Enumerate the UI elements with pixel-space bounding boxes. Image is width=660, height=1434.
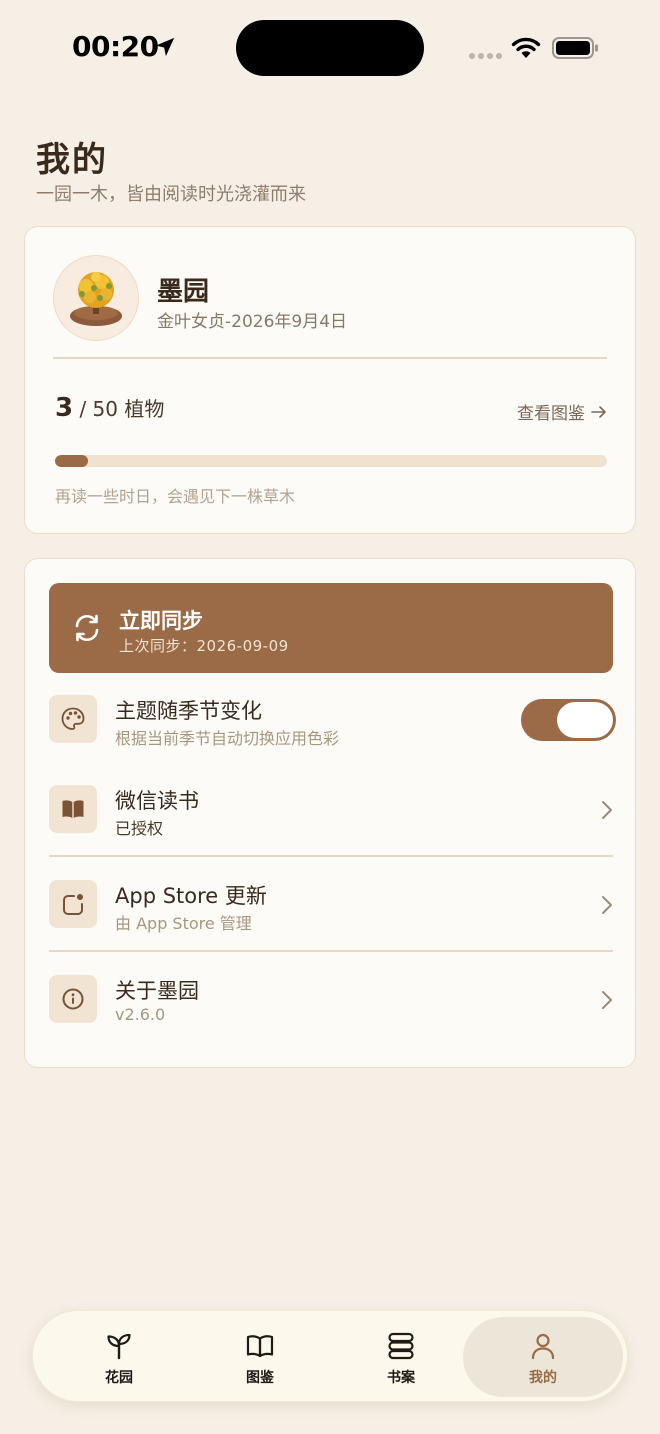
plant-count-total: / 50 植物 (73, 397, 165, 421)
theme-season-subtitle: 根据当前季节自动切换应用色彩 (115, 729, 340, 748)
tab-bar: 花园 图鉴 书案 我的 (32, 1310, 628, 1402)
tab-garden[interactable]: 花园 (49, 1311, 189, 1403)
row-divider (49, 855, 613, 857)
arrow-right-icon (591, 405, 606, 418)
palette-icon (61, 707, 85, 730)
view-gallery-link[interactable]: 查看图鉴 (517, 399, 607, 424)
app-badge-icon (63, 894, 83, 915)
plant-progress-fill (55, 455, 89, 467)
divider (53, 357, 607, 359)
tab-mine-label: 我的 (529, 1370, 557, 1386)
app-version: v2.6.0 (115, 1005, 166, 1024)
sync-title: 立即同步 (119, 609, 203, 633)
app-icon-box (49, 880, 97, 928)
wechat-read-row[interactable]: 微信读书 已授权 (49, 785, 613, 838)
about-row[interactable]: 关于墨园 v2.6.0 (49, 975, 613, 1025)
page-subtitle: 一园一木，皆由阅读时光浇灌而来 (36, 184, 306, 205)
location-arrow-icon (155, 37, 175, 57)
theme-season-toggle[interactable] (521, 699, 616, 741)
sync-now-button[interactable]: 立即同步 上次同步：2026-09-09 (49, 583, 613, 673)
sync-icon (75, 614, 99, 642)
wifi-icon (511, 37, 541, 58)
battery-icon (552, 37, 598, 59)
cellular-signal-icon (469, 53, 502, 59)
last-sync-time: 上次同步：2026-09-09 (119, 637, 289, 655)
page-title: 我的 (36, 140, 108, 180)
tab-desk[interactable]: 书案 (331, 1311, 471, 1403)
sprout-icon (107, 1333, 131, 1360)
palette-icon-box (49, 695, 97, 743)
info-icon-box (49, 975, 97, 1023)
book-icon (62, 800, 84, 818)
avatar[interactable] (53, 255, 139, 341)
theme-season-row: 主题随季节变化 根据当前季节自动切换应用色彩 (49, 695, 616, 748)
stack-icon (388, 1332, 414, 1360)
row-divider (49, 950, 613, 952)
about-title: 关于墨园 (115, 979, 199, 1003)
plant-avatar-icon (70, 272, 122, 326)
tab-mine[interactable]: 我的 (463, 1317, 623, 1397)
status-time: 00:20 (72, 30, 159, 63)
profile-card: 墨园 金叶女贞-2026年9月4日 3 / 50 植物 查看图鉴 再读一些时日，… (24, 226, 636, 534)
wechat-read-title: 微信读书 (115, 789, 199, 813)
tab-gallery[interactable]: 图鉴 (190, 1311, 330, 1403)
tab-desk-label: 书案 (387, 1370, 415, 1386)
chevron-right-icon (602, 896, 612, 914)
tab-gallery-label: 图鉴 (246, 1370, 274, 1386)
book-open-icon (246, 1335, 274, 1358)
chevron-right-icon (602, 801, 612, 819)
progress-hint: 再读一些时日，会遇见下一株草木 (55, 487, 296, 506)
dynamic-island (236, 20, 424, 76)
view-gallery-label: 查看图鉴 (517, 404, 585, 424)
status-bar: 00:20 (0, 0, 660, 100)
plant-progress-bar (55, 455, 607, 467)
info-icon (62, 988, 84, 1010)
person-icon (531, 1333, 555, 1360)
tab-garden-label: 花园 (105, 1370, 133, 1386)
profile-name: 墨园 (157, 277, 210, 307)
plant-count: 3 / 50 植物 (55, 393, 164, 423)
chevron-right-icon (602, 991, 612, 1009)
settings-card: 立即同步 上次同步：2026-09-09 主题随季节变化 根据当前季节自动切换应… (24, 558, 636, 1068)
appstore-update-subtitle: 由 App Store 管理 (115, 914, 252, 933)
appstore-update-title: App Store 更新 (115, 884, 267, 908)
toggle-knob (557, 702, 613, 738)
theme-season-title: 主题随季节变化 (115, 699, 262, 723)
wechat-read-status: 已授权 (115, 819, 164, 838)
appstore-update-row[interactable]: App Store 更新 由 App Store 管理 (49, 880, 613, 933)
book-icon-box (49, 785, 97, 833)
plant-count-number: 3 (55, 393, 74, 423)
profile-date: 金叶女贞-2026年9月4日 (157, 312, 348, 332)
